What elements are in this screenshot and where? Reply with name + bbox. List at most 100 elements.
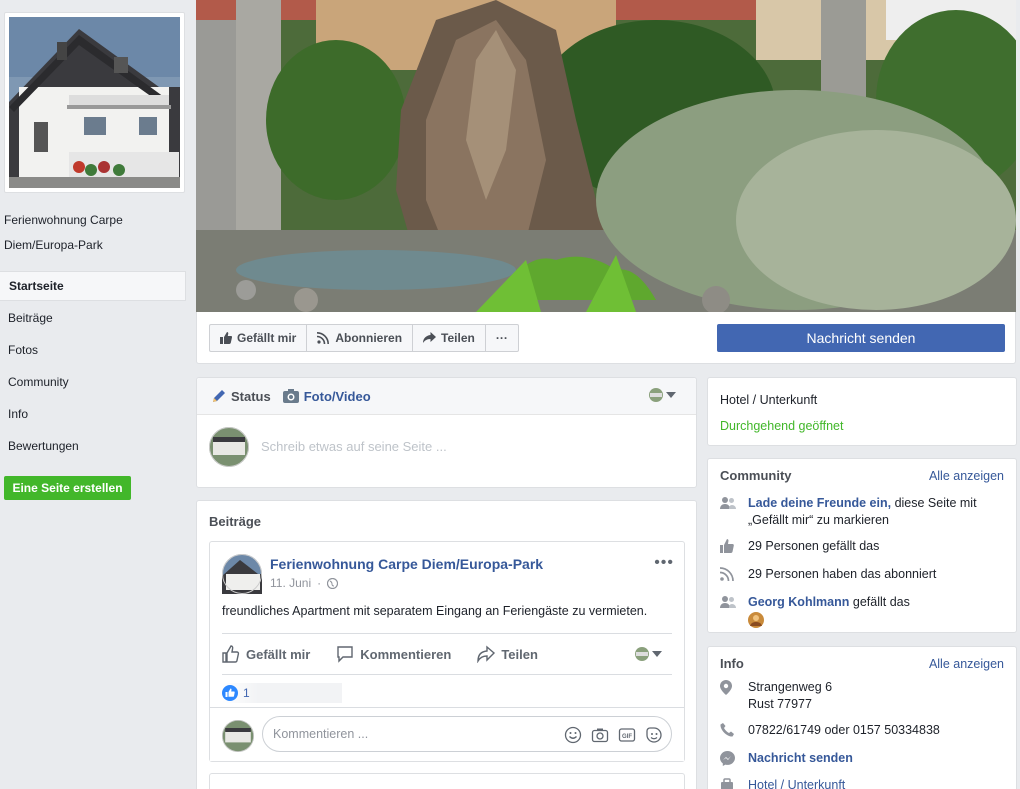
likes-count-text[interactable]: 29 Personen gefällt das: [748, 538, 1010, 555]
camera-icon: [591, 728, 609, 743]
sticker-icon: [646, 727, 662, 743]
page-name[interactable]: Ferienwohnung Carpe Diem/Europa-Park: [4, 208, 174, 258]
chevron-down-icon: [666, 392, 676, 398]
comment-input[interactable]: [273, 727, 543, 741]
share-label: Teilen: [441, 331, 475, 345]
smiley-icon: [564, 726, 582, 744]
share-arrow-icon: [423, 332, 437, 343]
community-follows-row: 29 Personen haben das abonniert: [720, 566, 1010, 583]
post-comment-label: Kommentieren: [360, 646, 452, 662]
audience-selector[interactable]: [648, 388, 676, 402]
commenter-avatar: [222, 720, 254, 752]
post-comment-row: GIF: [210, 707, 684, 761]
gif-icon: GIF: [618, 728, 636, 742]
post-reaction-summary[interactable]: 1: [222, 683, 342, 703]
invite-friends-link[interactable]: Lade deine Freunde ein,: [748, 496, 891, 510]
comment-bubble-icon: [337, 646, 353, 663]
phone-icon: [720, 723, 734, 737]
composer-input[interactable]: [261, 439, 681, 454]
community-invite-row: Lade deine Freunde ein, diese Seite mit …: [720, 495, 1010, 529]
composer-tabs: Status Foto/Video: [197, 378, 696, 415]
post-like-label: Gefällt mir: [246, 646, 311, 662]
post-share-button[interactable]: Teilen: [477, 645, 538, 663]
post-options-icon[interactable]: •••: [654, 554, 674, 572]
post-actions: Gefällt mir Kommentieren Teilen: [222, 633, 672, 675]
emoji-button[interactable]: [564, 726, 582, 744]
thumbs-up-icon: [222, 645, 240, 663]
rss-icon: [317, 332, 330, 344]
photo-button[interactable]: [591, 726, 609, 744]
profile-picture[interactable]: [4, 12, 185, 193]
category-tag-icon: [721, 778, 733, 789]
community-see-all-link[interactable]: Alle anzeigen: [929, 469, 1004, 483]
nav-item-fotos[interactable]: Fotos: [0, 335, 186, 367]
page-action-buttons: Gefällt mir Abonnieren Teilen ···: [209, 324, 519, 352]
nav-item-beitraege[interactable]: Beiträge: [0, 303, 186, 335]
page-category[interactable]: Hotel / Unterkunft: [720, 393, 817, 407]
community-title: Community: [720, 468, 792, 483]
tab-status-label: Status: [231, 388, 271, 404]
community-friend-row: Georg Kohlmann gefällt das: [720, 594, 1010, 633]
info-title: Info: [720, 656, 744, 671]
info-send-message-link[interactable]: Nachricht senden: [748, 750, 1010, 767]
svg-text:GIF: GIF: [622, 734, 632, 740]
tab-status[interactable]: Status: [211, 389, 271, 404]
like-page-button[interactable]: Gefällt mir: [209, 324, 307, 352]
cover-photo[interactable]: [196, 0, 1016, 312]
tab-photo-video[interactable]: Foto/Video: [282, 388, 371, 404]
friend-avatar[interactable]: [748, 612, 764, 628]
nav-item-info[interactable]: Info: [0, 399, 186, 431]
share-button[interactable]: Teilen: [412, 324, 485, 352]
address-city: Rust 77977: [748, 697, 812, 711]
nav-item-bewertungen[interactable]: Bewertungen: [0, 431, 186, 463]
like-page-label: Gefällt mir: [237, 331, 297, 345]
tab-photo-video-label: Foto/Video: [303, 388, 371, 404]
house-photo: [9, 17, 180, 188]
friend-name-link[interactable]: Georg Kohlmann: [748, 595, 849, 609]
friend-likes-text: gefällt das: [849, 595, 910, 609]
follow-button[interactable]: Abonnieren: [306, 324, 413, 352]
post-like-button[interactable]: Gefällt mir: [222, 645, 310, 663]
post-author-name[interactable]: Ferienwohnung Carpe Diem/Europa-Park: [270, 556, 543, 572]
more-dots-icon: ···: [495, 331, 508, 345]
page-avatar-icon: [649, 388, 663, 402]
pencil-icon: [213, 389, 225, 402]
post-comment-button[interactable]: Kommentieren: [336, 645, 451, 663]
chevron-down-icon: [652, 651, 662, 657]
post-date[interactable]: 11. Juni: [270, 576, 311, 590]
friends-icon: [720, 596, 736, 608]
thumbs-up-icon: [220, 332, 232, 344]
info-see-all-link[interactable]: Alle anzeigen: [929, 657, 1004, 671]
gif-button[interactable]: GIF: [618, 726, 636, 744]
share-arrow-icon: [477, 645, 496, 663]
post-meta: 11. Juni ·: [270, 576, 339, 590]
nav-item-startseite[interactable]: Startseite: [0, 271, 186, 301]
info-address-row: Strangenweg 6 Rust 77977: [720, 679, 1010, 713]
rss-icon: [720, 567, 734, 581]
location-pin-icon: [720, 680, 732, 695]
send-message-button[interactable]: Nachricht senden: [717, 324, 1005, 352]
follows-count-text[interactable]: 29 Personen haben das abonniert: [748, 566, 1010, 583]
thumbs-up-icon: [720, 539, 734, 553]
nav-item-community[interactable]: Community: [0, 367, 186, 399]
info-box: Info Alle anzeigen Strangenweg 6 Rust 779…: [707, 646, 1017, 789]
category-box: Hotel / Unterkunft Durchgehend geöffnet: [707, 377, 1017, 446]
sticker-button[interactable]: [645, 726, 663, 744]
post-reaction-identity-selector[interactable]: [634, 647, 662, 661]
community-likes-row: 29 Personen gefällt das: [720, 538, 1010, 555]
garden-fountain-photo: [196, 0, 1016, 312]
friends-icon: [720, 497, 736, 509]
create-page-button[interactable]: Eine Seite erstellen: [4, 476, 131, 500]
phone-number[interactable]: 07822/61749 oder 0157 50334838: [748, 722, 1010, 739]
post-card: Ferienwohnung Carpe Diem/Europa-Park 11.…: [209, 541, 685, 762]
like-reaction-icon: [222, 685, 238, 701]
post-author-avatar[interactable]: [222, 554, 262, 594]
follow-label: Abonnieren: [335, 331, 403, 345]
info-category-link[interactable]: Hotel / Unterkunft: [748, 777, 1010, 789]
comment-box: GIF: [262, 716, 672, 752]
more-options-button[interactable]: ···: [484, 324, 519, 352]
meta-separator: ·: [317, 576, 322, 590]
post-share-label: Teilen: [501, 646, 538, 662]
page-avatar: [209, 427, 249, 467]
composer-body: [197, 415, 696, 488]
